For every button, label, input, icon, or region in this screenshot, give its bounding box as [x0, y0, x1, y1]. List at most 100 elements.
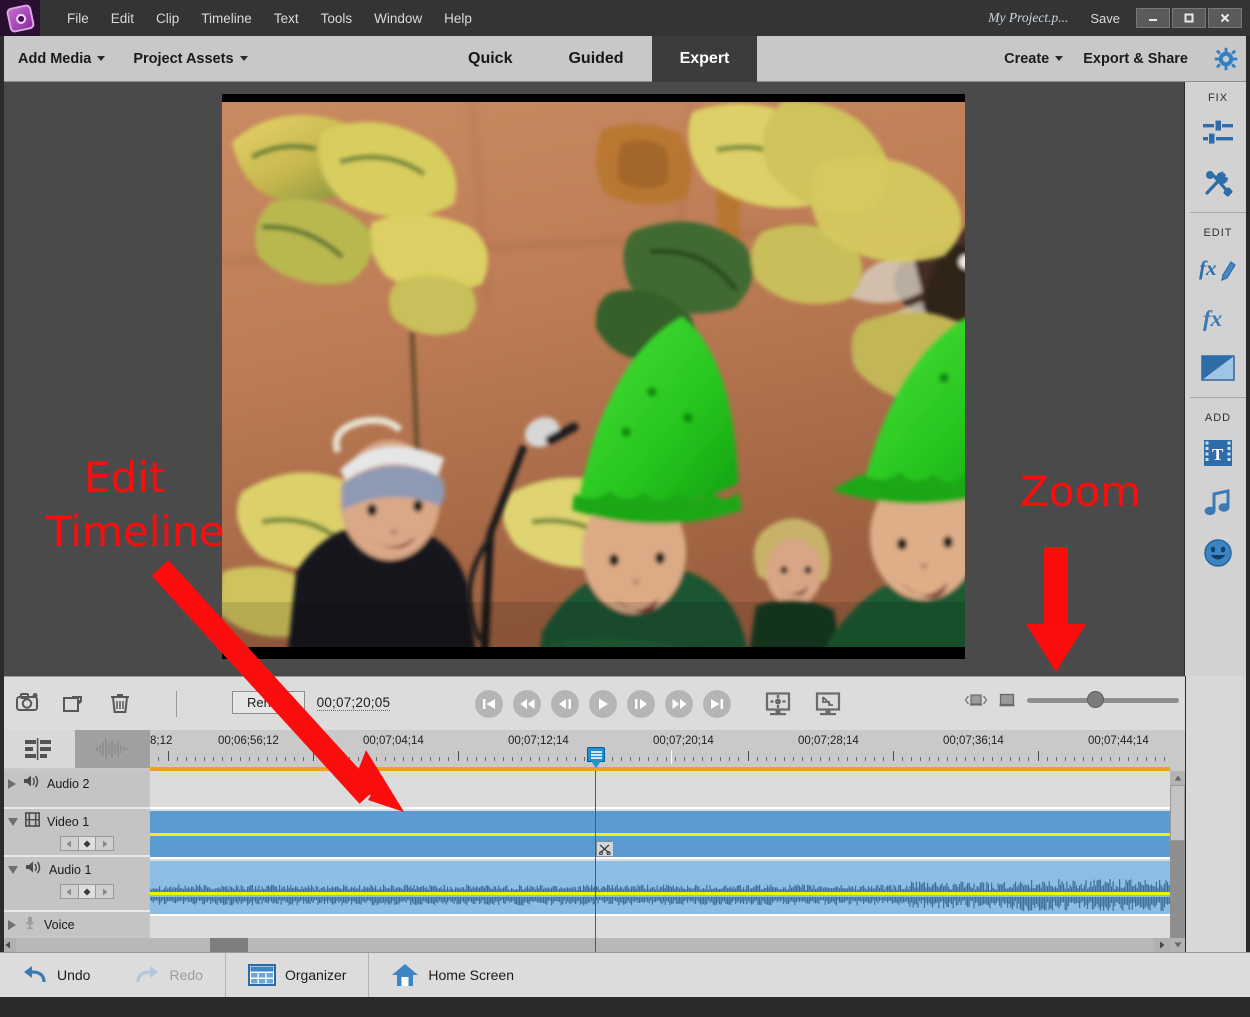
chevron-down-icon[interactable]: [8, 866, 18, 874]
undo-button[interactable]: Undo: [0, 953, 112, 998]
close-icon: [1219, 12, 1231, 24]
prev-keyframe-button[interactable]: [61, 837, 79, 850]
tab-expert[interactable]: Expert: [652, 36, 758, 82]
tab-quick[interactable]: Quick: [440, 36, 540, 82]
monitor-fit-icon: [815, 692, 841, 716]
fit-to-screen-button[interactable]: [815, 692, 841, 716]
zoom-slider-thumb[interactable]: [1087, 691, 1104, 708]
menu-help[interactable]: Help: [433, 7, 483, 30]
fast-forward-button[interactable]: [665, 690, 693, 718]
effects-edit-button[interactable]: fx: [1195, 243, 1241, 293]
play-button[interactable]: [589, 690, 617, 718]
go-to-start-icon: [481, 697, 497, 711]
chevron-right-icon[interactable]: [8, 779, 16, 789]
home-screen-button[interactable]: Home Screen: [369, 953, 536, 998]
menu-file[interactable]: File: [56, 7, 100, 30]
add-keyframe-button[interactable]: [79, 837, 97, 850]
export-share-button[interactable]: Export & Share: [1073, 45, 1198, 73]
audio-view-button[interactable]: [75, 730, 150, 768]
video-clip[interactable]: [150, 811, 1170, 857]
track-row-video1[interactable]: [150, 811, 1170, 859]
scroll-down-button[interactable]: [1170, 938, 1185, 952]
audio-clip[interactable]: [150, 861, 1170, 914]
maximize-button[interactable]: [1172, 8, 1206, 28]
menu-edit[interactable]: Edit: [100, 7, 145, 30]
keyframe-nav-video1[interactable]: [60, 836, 114, 851]
zoom-slider[interactable]: [1027, 698, 1179, 703]
menu-timeline[interactable]: Timeline: [190, 7, 263, 30]
adjustments-button[interactable]: [1195, 108, 1241, 158]
menu-text[interactable]: Text: [263, 7, 310, 30]
go-to-beginning-button[interactable]: [475, 690, 503, 718]
add-keyframe-button[interactable]: [79, 885, 97, 898]
smiley-face-icon: [1203, 538, 1233, 568]
freeze-frame-button[interactable]: [16, 691, 42, 717]
volume-keyframe-line[interactable]: [150, 892, 1170, 895]
track-row-audio1[interactable]: [150, 861, 1170, 916]
step-forward-button[interactable]: [627, 690, 655, 718]
music-button[interactable]: [1195, 478, 1241, 528]
zoom-level-button[interactable]: [999, 693, 1015, 708]
chevron-right-icon[interactable]: [8, 920, 16, 930]
timeline-vertical-scrollbar[interactable]: [1170, 771, 1185, 952]
speaker-icon[interactable]: [25, 860, 42, 880]
add-media-button[interactable]: Add Media: [8, 45, 115, 73]
zoom-out-button[interactable]: [965, 692, 987, 708]
undo-label: Undo: [57, 967, 90, 983]
timeline-tracks[interactable]: [150, 771, 1170, 952]
horizontal-scroll-thumb[interactable]: [210, 938, 248, 952]
playhead-marker-icon[interactable]: [587, 747, 605, 762]
redo-button[interactable]: Redo: [112, 953, 224, 998]
project-assets-button[interactable]: Project Assets: [123, 45, 257, 73]
track-row-audio2[interactable]: [150, 771, 1170, 809]
vertical-scroll-thumb[interactable]: [1170, 785, 1185, 841]
timeline-ruler[interactable]: 8;12 00;06;56;12 00;07;04;14 00;07;12;14…: [150, 730, 1170, 768]
next-keyframe-button[interactable]: [96, 885, 113, 898]
render-button[interactable]: Render: [232, 691, 305, 714]
microphone-icon[interactable]: [23, 915, 37, 935]
go-to-end-button[interactable]: [703, 690, 731, 718]
opacity-keyframe-line[interactable]: [150, 833, 1170, 836]
menu-clip-label: Clip: [156, 11, 179, 26]
timeline-horizontal-scrollbar[interactable]: [0, 938, 1170, 952]
menu-clip[interactable]: Clip: [145, 7, 190, 30]
graphics-button[interactable]: [1195, 528, 1241, 578]
scissors-cut-icon[interactable]: [596, 841, 614, 857]
create-button[interactable]: Create: [994, 45, 1073, 73]
next-keyframe-button[interactable]: [96, 837, 113, 850]
rewind-button[interactable]: [513, 690, 541, 718]
current-timecode[interactable]: 00;07;20;05: [317, 695, 391, 711]
scroll-right-button[interactable]: [1154, 938, 1170, 952]
film-strip-icon[interactable]: [25, 812, 40, 832]
keyframe-nav-audio1[interactable]: [60, 884, 114, 899]
delete-button[interactable]: [108, 691, 134, 717]
save-button[interactable]: Save: [1090, 11, 1120, 26]
close-button[interactable]: [1208, 8, 1242, 28]
titles-text-icon: T: [1203, 439, 1233, 467]
prev-keyframe-button[interactable]: [61, 885, 79, 898]
titles-text-button[interactable]: T: [1195, 428, 1241, 478]
organizer-button[interactable]: Organizer: [226, 953, 368, 998]
duplicate-button[interactable]: [62, 691, 88, 717]
playhead-line[interactable]: [595, 771, 596, 952]
step-back-button[interactable]: [551, 690, 579, 718]
effects-button[interactable]: fx: [1195, 293, 1241, 343]
chevron-down-icon[interactable]: [8, 818, 18, 826]
menu-tools[interactable]: Tools: [310, 7, 364, 30]
speaker-icon[interactable]: [23, 774, 40, 794]
track-header-audio2[interactable]: Audio 2: [0, 771, 150, 809]
timeline-view-button[interactable]: [0, 730, 75, 768]
monitor-settings-icon: [765, 692, 791, 716]
music-note-icon: [1203, 489, 1233, 517]
transitions-button[interactable]: [1195, 343, 1241, 393]
menu-window[interactable]: Window: [363, 7, 433, 30]
monitor-settings-button[interactable]: [765, 692, 791, 716]
minimize-button[interactable]: [1136, 8, 1170, 28]
tools-button[interactable]: [1195, 158, 1241, 208]
tab-guided[interactable]: Guided: [540, 36, 651, 82]
scroll-up-button[interactable]: [1170, 771, 1185, 785]
track-header-video1[interactable]: Video 1: [0, 809, 150, 857]
gear-icon[interactable]: [1214, 47, 1238, 71]
preview-monitor[interactable]: [222, 94, 965, 659]
track-header-audio1[interactable]: Audio 1: [0, 857, 150, 912]
